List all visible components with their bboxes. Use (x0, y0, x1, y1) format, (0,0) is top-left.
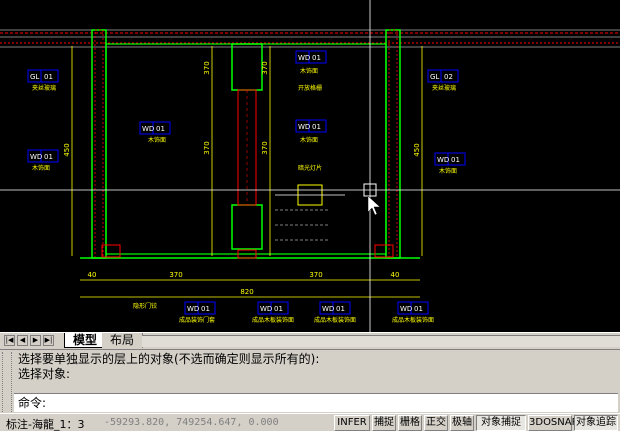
command-grip-handle[interactable] (2, 352, 12, 412)
horizontal-scrollbar[interactable] (142, 335, 620, 347)
material-tag: WD 01 成品木板装饰面 (392, 301, 434, 324)
tag-note: 成品木板装饰面 (314, 316, 356, 324)
material-tag: WD 01 木饰面 (434, 152, 466, 175)
tag-code: GL (430, 73, 439, 81)
dimension-label: 370 (169, 271, 182, 279)
status-bar: 标注-海龍_1：3 -59293.820, 749254.647, 0.000 … (0, 413, 620, 431)
tag-code: GL (30, 73, 39, 81)
outer-wall-right (385, 29, 401, 259)
tag-code: WD (298, 54, 310, 62)
tag-code: WD (400, 305, 412, 313)
material-tag: WD 01 木饰面 (139, 121, 171, 144)
tag-number: 02 (444, 73, 453, 81)
tag-number: 01 (274, 305, 283, 313)
status-toggle-button[interactable]: 捕捉 (372, 415, 396, 431)
tag-note: 成品木板装饰面 (392, 316, 434, 324)
dimension-label: 370 (261, 61, 269, 74)
tag-note: 木饰面 (439, 167, 457, 175)
command-history-line: 选择对象: (18, 367, 71, 381)
dimension-label: 370 (203, 141, 211, 154)
tag-code: WD (260, 305, 272, 313)
material-tag: WD 01 木饰面 (295, 50, 327, 75)
tag-number: 01 (451, 156, 460, 164)
material-tag: WD 01 成品木板装饰面 (252, 301, 294, 324)
material-tag: WD 01 成品木板装饰面 (314, 301, 356, 324)
last-tab-icon[interactable]: ▶| (43, 335, 54, 346)
tag-note: 成品木板装饰面 (252, 316, 294, 324)
material-tag: WD 01 木饰面 (295, 119, 327, 144)
tab-model[interactable]: 模型 (64, 333, 107, 348)
cursor-coordinates: -59293.820, 749254.647, 0.000 (104, 417, 279, 428)
tag-note: 木饰面 (32, 164, 50, 172)
dimension-label: 370 (309, 271, 322, 279)
room-outline (105, 43, 387, 255)
tag-code: WD (30, 153, 42, 161)
dimension-label: 450 (63, 143, 71, 156)
dimension-label: 370 (261, 141, 269, 154)
tag-note: 木饰面 (300, 136, 318, 144)
center-note: 开放格栅 (298, 84, 322, 92)
status-toggle-button[interactable]: 对象捕捉 (476, 415, 526, 431)
bottom-note: 隐形门铰 (133, 302, 157, 310)
tag-code: WD (437, 156, 449, 164)
tag-number: 01 (44, 73, 53, 81)
tab-layout[interactable]: 布局 (102, 333, 144, 348)
command-window: 选择要单独显示的层上的对象(不选而确定则显示所有的): 选择对象: 命令: (0, 349, 620, 413)
first-tab-icon[interactable]: |◀ (4, 335, 15, 346)
tag-note: 木饰面 (148, 136, 166, 144)
tag-number: 01 (312, 54, 321, 62)
tag-code: WD (298, 123, 310, 131)
center-note: 暗光灯片 (298, 164, 322, 172)
tag-code: WD (142, 125, 154, 133)
dimension-label: 820 (240, 288, 253, 296)
tag-note: 夹丝玻璃 (432, 84, 456, 92)
status-toggle-button[interactable]: INFER (334, 415, 370, 431)
dimension-label: 370 (203, 61, 211, 74)
status-toggle-button[interactable]: 栅格 (398, 415, 422, 431)
tag-number: 01 (44, 153, 53, 161)
shelf-detail (275, 184, 345, 241)
dimension-label: 450 (413, 143, 421, 156)
status-toggle-button[interactable]: 对象追踪 (574, 415, 618, 431)
status-toggle-button[interactable]: 正交 (424, 415, 448, 431)
command-prompt: 命令: (18, 396, 47, 410)
next-tab-icon[interactable]: ▶ (30, 335, 41, 346)
tag-number: 01 (201, 305, 210, 313)
floor-line (80, 244, 420, 259)
annotation-scale[interactable]: 标注-海龍_1：3 (6, 416, 84, 431)
command-history-line: 选择要单独显示的层上的对象(不选而确定则显示所有的): (18, 352, 320, 366)
tag-code: WD (187, 305, 199, 313)
dimension-label: 40 (88, 271, 97, 279)
material-tag: WD 01 成品装饰门套 (179, 301, 216, 324)
status-toggle-button[interactable]: 3DOSNAP (528, 415, 578, 431)
cad-drawing[interactable]: 40 370 370 40 820 450 450 370 370 370 370 GL 01 夹丝玻璃… (0, 0, 620, 332)
drawing-viewport[interactable]: 40 370 370 40 820 450 450 370 370 370 370 GL 01 夹丝玻璃… (0, 0, 620, 332)
tag-note: 夹丝玻璃 (32, 84, 56, 92)
material-tag: WD 01 木饰面 (27, 149, 59, 172)
layout-tab-bar: |◀ ◀ ▶ ▶| 模型 布局 (0, 332, 620, 348)
command-history: 选择要单独显示的层上的对象(不选而确定则显示所有的): 选择对象: (14, 352, 618, 392)
tag-number: 01 (414, 305, 423, 313)
outer-wall-left (91, 29, 107, 259)
tag-number: 01 (336, 305, 345, 313)
center-column (231, 43, 263, 250)
tag-number: 01 (312, 123, 321, 131)
status-toggle-button[interactable]: 极轴 (450, 415, 474, 431)
dimension-labels: 40 370 370 40 820 450 450 370 370 370 370 (63, 61, 421, 296)
prev-tab-icon[interactable]: ◀ (17, 335, 28, 346)
tag-note: 木饰面 (300, 67, 318, 75)
tag-code: WD (322, 305, 334, 313)
tag-note: 成品装饰门套 (179, 316, 215, 324)
command-input[interactable]: 命令: (14, 393, 618, 412)
dimension-lines (71, 46, 423, 298)
tag-number: 01 (156, 125, 165, 133)
dimension-label: 40 (391, 271, 400, 279)
material-tag: GL 01 夹丝玻璃 (27, 69, 59, 92)
material-tag: GL 02 夹丝玻璃 (427, 69, 459, 92)
